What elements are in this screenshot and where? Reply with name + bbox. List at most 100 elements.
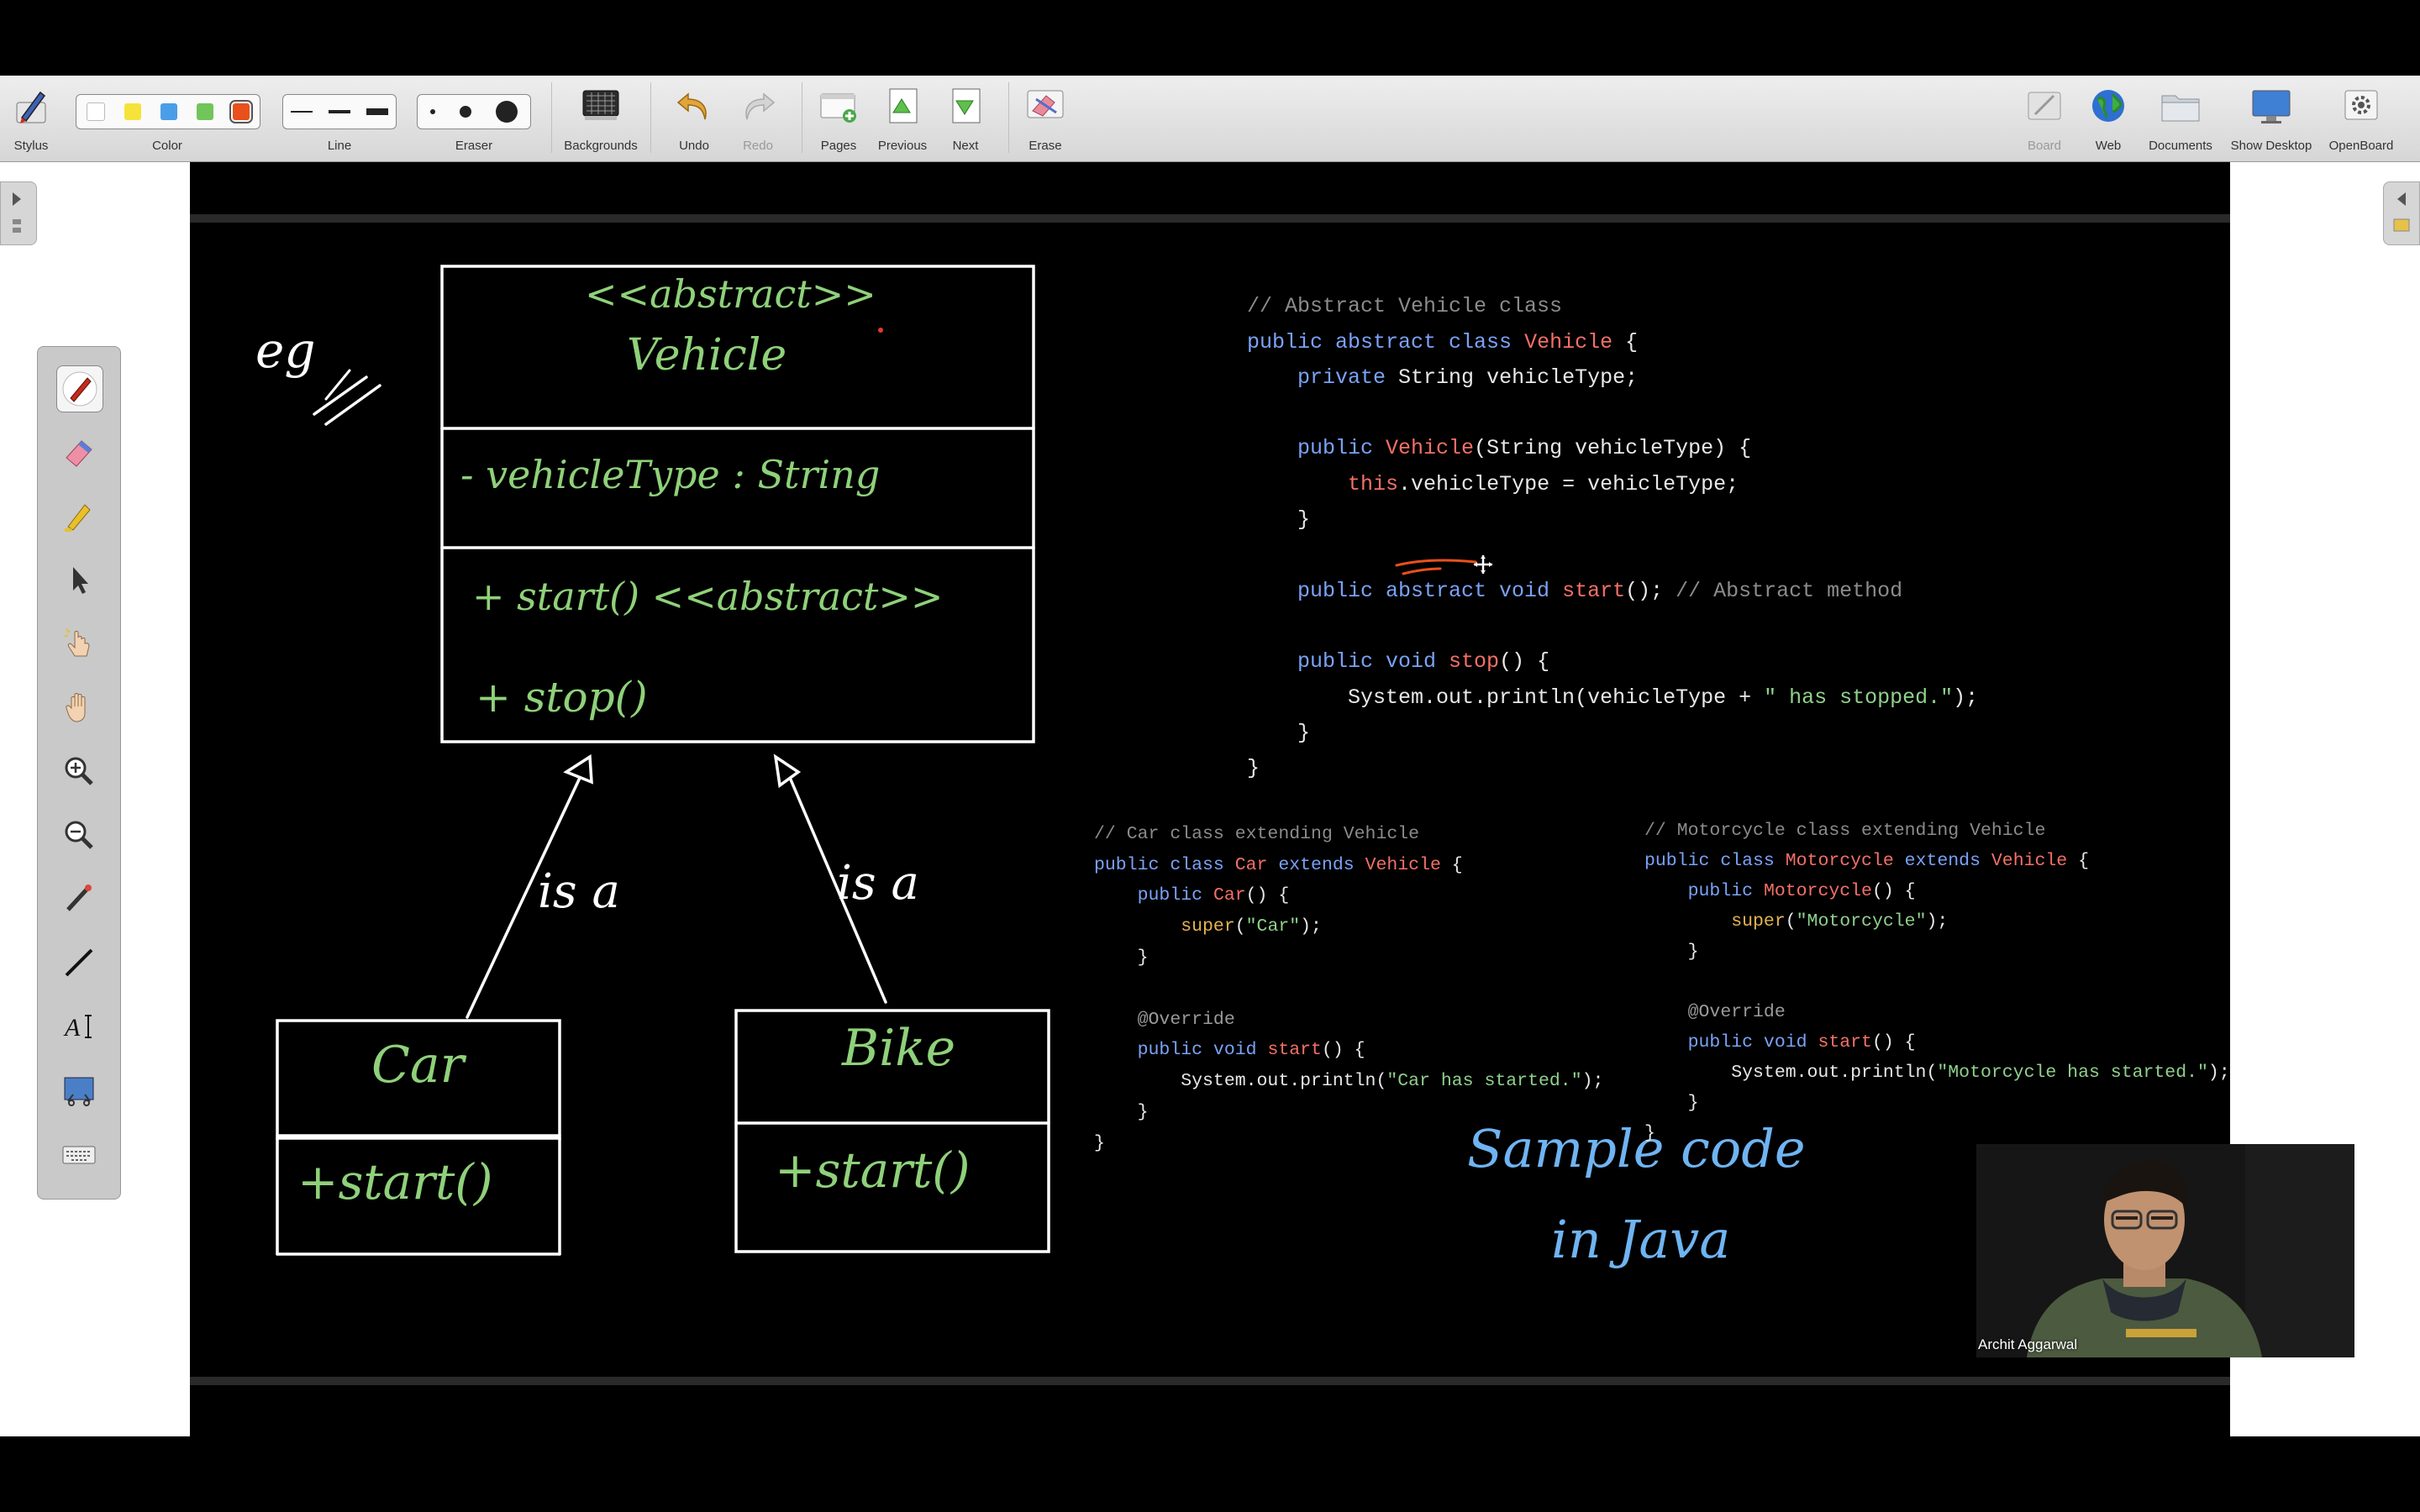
vehicle-method-start: + start() <<abstract>> — [472, 574, 944, 619]
interact-tool-button[interactable] — [56, 621, 102, 666]
stylus-tool[interactable]: Stylus — [3, 84, 59, 155]
line-tool: Line — [281, 84, 398, 155]
code-line: System.out.println("Motorcycle has start… — [1644, 1063, 2230, 1083]
color-white-swatch[interactable] — [86, 102, 105, 121]
code-line: public void start() { — [1137, 1040, 1365, 1061]
library-toggle-handle[interactable] — [0, 181, 37, 245]
code-line: public Motorcycle() { — [1687, 881, 1916, 901]
highlighter-icon — [65, 504, 91, 532]
code-line: @Override — [1094, 1009, 1235, 1030]
code-line: public abstract class Vehicle { — [1247, 329, 1639, 354]
pages-button[interactable]: Pages — [807, 84, 871, 155]
collapse-arrow-icon — [2393, 192, 2410, 232]
previous-label: Previous — [877, 139, 928, 153]
car-method-start: +start() — [297, 1153, 493, 1210]
code-line: public class Car extends Vehicle { — [1094, 854, 1463, 875]
line-thick-button[interactable] — [366, 108, 388, 115]
eg-label: eg — [255, 322, 316, 379]
code-line: public void stop() { — [1297, 649, 1550, 675]
eraser-large-button[interactable] — [496, 101, 518, 123]
laser-tool-button[interactable] — [56, 876, 102, 921]
board-label: Board — [2027, 139, 2062, 153]
properties-toggle-handle[interactable] — [2383, 181, 2420, 245]
whiteboard-canvas[interactable]: eg <<abstract>> Vehicle - vehicleType : … — [190, 162, 2230, 1436]
web-button[interactable]: Web — [2079, 84, 2138, 155]
color-label: Color — [152, 139, 182, 153]
toolbar-separator — [1008, 82, 1009, 153]
zoom-out-tool-button[interactable] — [56, 812, 102, 858]
eraser-small-button[interactable] — [429, 109, 435, 114]
code-line: // Abstract Vehicle class — [1247, 294, 1563, 319]
eg-strike-marks — [324, 369, 351, 401]
capture-icon — [64, 1077, 94, 1106]
pages-label: Pages — [820, 139, 857, 153]
car-code-block: // Car class extending Vehicle public cla… — [1094, 788, 1603, 1221]
redo-button[interactable]: Redo — [728, 84, 788, 155]
code-line: } — [1247, 507, 1311, 533]
code-line: // Car class extending Vehicle — [1094, 823, 1420, 844]
zoom-out-icon — [65, 821, 93, 849]
erase-page-button[interactable]: Erase — [1013, 84, 1077, 155]
next-label: Next — [952, 139, 979, 153]
code-line: System.out.println(vehicleType + " has s… — [1247, 685, 1979, 710]
code-line: } — [1247, 720, 1311, 745]
eraser-tool-button[interactable] — [56, 429, 102, 475]
openboard-button[interactable]: OpenBoard — [2319, 84, 2403, 155]
red-ink-dot — [878, 328, 883, 333]
eraser-tool: Eraser — [415, 84, 533, 155]
pen-tool-button[interactable] — [56, 365, 103, 412]
code-line: } — [1094, 1101, 1149, 1122]
color-blue-swatch[interactable] — [160, 103, 177, 120]
backgrounds-tool[interactable]: Backgrounds — [558, 84, 644, 155]
select-tool-button[interactable] — [56, 557, 102, 602]
next-page-button[interactable]: Next — [936, 84, 995, 155]
vehicle-stereotype: <<abstract>> — [585, 271, 876, 317]
line-medium-button[interactable] — [328, 110, 350, 113]
undo-button[interactable]: Undo — [664, 84, 724, 155]
code-line: public void start() { — [1687, 1032, 1916, 1053]
board-button[interactable]: Board — [2010, 84, 2079, 155]
vehicle-attribute: - vehicleType : String — [460, 452, 881, 497]
line-thin-button[interactable] — [291, 111, 313, 113]
highlighter-tool-button[interactable] — [56, 493, 102, 538]
undo-label: Undo — [679, 139, 709, 153]
hand-tool-button[interactable] — [56, 685, 102, 730]
gear-icon — [2344, 90, 2378, 120]
stylus-icon — [16, 91, 46, 123]
webcam-overlay — [1976, 1144, 2354, 1357]
documents-label: Documents — [2149, 139, 2212, 153]
text-tool-button[interactable]: A — [56, 1004, 102, 1049]
color-yellow-swatch[interactable] — [124, 103, 141, 120]
previous-page-button[interactable]: Previous — [871, 84, 934, 155]
keyboard-tool-button[interactable] — [56, 1131, 102, 1177]
board-icon — [2028, 92, 2061, 120]
zoom-in-icon — [65, 757, 93, 785]
code-line: super("Motorcycle"); — [1731, 911, 1949, 932]
color-green-swatch[interactable] — [197, 103, 214, 120]
show-desktop-button[interactable]: Show Desktop — [2225, 84, 2317, 155]
keyboard-icon — [62, 1146, 96, 1164]
eraser-medium-button[interactable] — [459, 106, 471, 118]
code-line: } — [1247, 756, 1260, 781]
capture-tool-button[interactable] — [56, 1068, 102, 1113]
web-label: Web — [2095, 139, 2122, 153]
vehicle-method-stop: + stop() — [476, 673, 648, 722]
is-a-label-right: is a — [837, 856, 919, 911]
code-line: public class Motorcycle extends Vehicle … — [1644, 851, 2090, 871]
code-line: // Motorcycle class extending Vehicle — [1644, 821, 2046, 841]
toolbar-separator — [551, 82, 552, 153]
expand-arrow-icon — [13, 192, 21, 233]
uml-diagram — [276, 265, 1050, 1256]
openboard-label: OpenBoard — [2328, 139, 2394, 153]
zoom-in-tool-button[interactable] — [56, 748, 102, 794]
presenter-video — [1976, 1144, 2354, 1357]
code-line: } — [1094, 1132, 1105, 1153]
line-drawing-tool-button[interactable] — [56, 940, 102, 985]
color-red-swatch[interactable] — [229, 100, 254, 123]
documents-button[interactable]: Documents — [2138, 84, 2223, 155]
code-line: System.out.println("Car has started."); — [1094, 1071, 1604, 1092]
folder-icon — [2161, 95, 2200, 122]
pages-icon — [820, 93, 856, 123]
